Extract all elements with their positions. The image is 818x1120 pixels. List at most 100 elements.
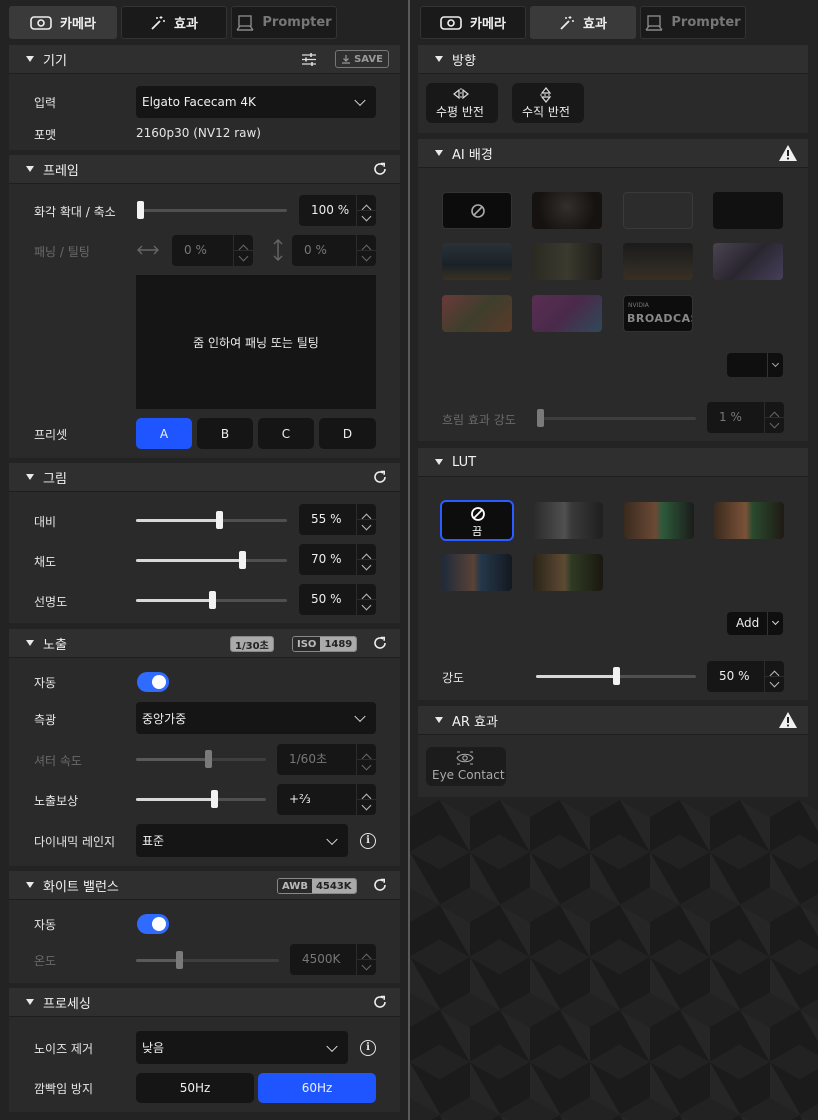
temperature-slider[interactable] <box>136 951 279 969</box>
contrast-spinbox[interactable]: 55 % <box>299 504 376 535</box>
save-button[interactable]: SAVE <box>335 50 389 68</box>
lut-intensity-spinbox[interactable]: 50 % <box>707 661 784 692</box>
slider-thumb[interactable] <box>175 951 183 969</box>
stepper-arrows[interactable] <box>233 235 253 266</box>
preset-a-button[interactable]: A <box>136 418 192 449</box>
input-dropdown[interactable]: Elgato Facecam 4K <box>136 86 376 118</box>
reset-icon[interactable] <box>372 469 388 485</box>
metering-dropdown[interactable]: 중앙가중 <box>136 702 376 734</box>
info-icon[interactable]: i <box>360 1040 376 1056</box>
noise-reduction-dropdown[interactable]: 낮음 <box>136 1031 348 1064</box>
info-icon[interactable]: i <box>360 833 376 849</box>
tab-effects[interactable]: 효과 <box>121 6 227 39</box>
sharpness-slider[interactable] <box>136 591 287 609</box>
saturation-slider[interactable] <box>136 551 287 569</box>
ai-bg-dark-thumbnail[interactable] <box>713 192 783 229</box>
stepper-arrows[interactable] <box>356 195 376 226</box>
auto-wb-toggle[interactable] <box>137 914 169 934</box>
slider-thumb[interactable] <box>613 667 620 685</box>
tab-camera[interactable]: 카메라 <box>9 6 117 39</box>
tilt-spinbox[interactable]: 0 % <box>292 235 376 266</box>
exposure-comp-spinbox[interactable]: +⅔ <box>277 784 376 815</box>
stepper-arrows[interactable] <box>356 504 376 535</box>
stepper-arrows[interactable] <box>764 402 784 433</box>
stepper-arrows[interactable] <box>356 784 376 815</box>
saturation-spinbox[interactable]: 70 % <box>299 544 376 575</box>
reset-icon[interactable] <box>372 161 388 177</box>
warning-icon[interactable] <box>778 711 798 729</box>
ai-background-header[interactable]: AI 배경 <box>418 139 808 168</box>
preset-d-button[interactable]: D <box>319 418 376 449</box>
preset-c-button[interactable]: C <box>258 418 314 449</box>
dynamic-range-dropdown[interactable]: 표준 <box>136 824 348 857</box>
frame-header[interactable]: 프레임 <box>9 155 400 184</box>
ai-bg-nvidia-broadcast[interactable]: NVIDIA BROADCAST <box>623 295 693 332</box>
pan-tilt-preview[interactable]: 줌 인하여 패닝 또는 틸팅 <box>136 275 376 409</box>
processing-header[interactable]: 프로세싱 <box>9 988 400 1017</box>
stepper-arrows[interactable] <box>356 944 376 975</box>
pan-spinbox[interactable]: 0 % <box>172 235 253 266</box>
lut-cool-thumbnail[interactable] <box>442 554 512 591</box>
flicker-50hz-button[interactable]: 50Hz <box>136 1073 254 1103</box>
slider-thumb[interactable] <box>238 551 246 569</box>
picture-header[interactable]: 그림 <box>9 463 400 492</box>
lut-film-thumbnail[interactable] <box>533 554 603 591</box>
zoom-spinbox[interactable]: 100 % <box>299 195 376 226</box>
horizontal-flip-button[interactable]: 수평 반전 <box>426 83 498 123</box>
zoom-slider[interactable] <box>137 201 287 219</box>
temperature-spinbox[interactable]: 4500K <box>290 944 376 975</box>
ai-bg-art-1[interactable] <box>442 295 512 332</box>
ai-bg-room-1[interactable] <box>442 243 512 280</box>
vertical-flip-button[interactable]: 수직 반전 <box>512 83 584 123</box>
shutter-slider[interactable] <box>136 750 266 768</box>
warning-icon[interactable] <box>778 144 798 162</box>
blur-strength-spinbox[interactable]: 1 % <box>707 402 784 433</box>
reset-icon[interactable] <box>372 877 388 893</box>
tab-effects-right[interactable]: 효과 <box>530 6 636 39</box>
slider-thumb[interactable] <box>216 511 224 529</box>
contrast-slider[interactable] <box>136 511 287 529</box>
lut-vivid-thumbnail[interactable] <box>714 502 784 539</box>
tab-prompter-right[interactable]: Prompter <box>640 6 746 39</box>
ai-bg-room-2[interactable] <box>532 243 602 280</box>
ai-bg-blur-thumbnail[interactable] <box>532 192 602 229</box>
slider-thumb[interactable] <box>211 790 218 808</box>
auto-exposure-toggle[interactable] <box>137 672 169 692</box>
tab-prompter[interactable]: Prompter <box>231 6 337 39</box>
direction-header[interactable]: 방향 <box>418 45 808 74</box>
ai-bg-light-thumbnail[interactable] <box>623 192 693 229</box>
lut-warm-thumbnail[interactable] <box>624 502 694 539</box>
ai-bg-none[interactable] <box>442 192 512 229</box>
ai-bg-room-3[interactable] <box>623 243 693 280</box>
stepper-arrows[interactable] <box>356 584 376 615</box>
stepper-arrows[interactable] <box>356 544 376 575</box>
reset-icon[interactable] <box>372 994 388 1010</box>
slider-thumb[interactable] <box>137 201 144 219</box>
ai-bg-room-4[interactable] <box>713 243 783 280</box>
stepper-arrows[interactable] <box>764 661 784 692</box>
slider-thumb[interactable] <box>536 409 544 427</box>
ar-effects-header[interactable]: AR 효과 <box>418 706 808 735</box>
lut-add-button[interactable]: Add <box>727 612 783 635</box>
sliders-icon[interactable] <box>301 52 317 67</box>
blur-strength-slider[interactable] <box>536 409 696 427</box>
slider-thumb[interactable] <box>204 750 212 768</box>
lut-intensity-slider[interactable] <box>536 667 696 685</box>
flicker-60hz-button[interactable]: 60Hz <box>258 1073 376 1103</box>
lut-mono-thumbnail[interactable] <box>533 502 603 539</box>
tab-camera-right[interactable]: 카메라 <box>420 6 526 39</box>
sharpness-spinbox[interactable]: 50 % <box>299 584 376 615</box>
stepper-arrows[interactable] <box>356 235 376 266</box>
shutter-spinbox[interactable]: 1/60초 <box>277 744 376 775</box>
stepper-arrows[interactable] <box>356 744 376 775</box>
exposure-comp-slider[interactable] <box>136 790 266 808</box>
ai-bg-art-2[interactable] <box>532 295 602 332</box>
reset-icon[interactable] <box>372 635 388 651</box>
prompter-icon <box>645 14 663 31</box>
lut-header[interactable]: LUT <box>418 448 808 477</box>
eye-contact-button[interactable]: Eye Contact <box>426 747 506 786</box>
lut-none[interactable]: 끔 <box>440 500 514 541</box>
preset-b-button[interactable]: B <box>197 418 253 449</box>
ai-bg-option-dropdown[interactable] <box>727 353 783 377</box>
slider-thumb[interactable] <box>208 591 216 609</box>
